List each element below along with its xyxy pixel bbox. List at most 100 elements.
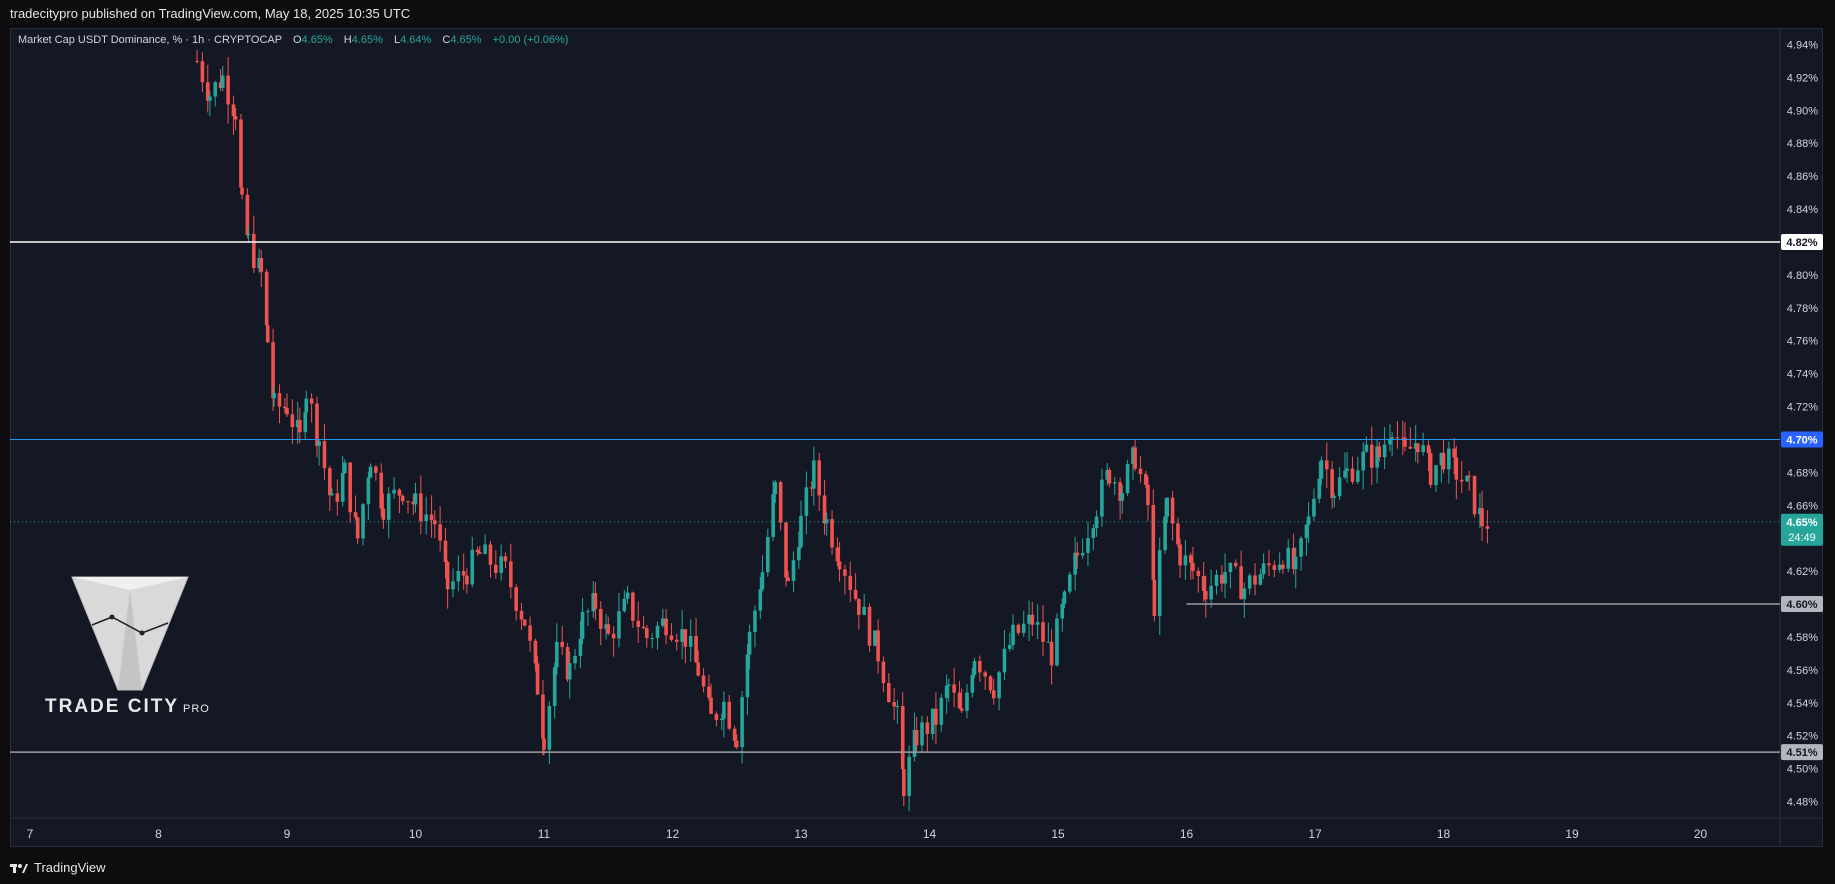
tradingview-brand[interactable]: TradingView bbox=[10, 851, 106, 884]
logo-suffix: PRO bbox=[183, 703, 210, 715]
candle-body bbox=[1428, 453, 1433, 486]
candle-body bbox=[694, 636, 698, 663]
candle-body bbox=[983, 672, 987, 677]
candle-body bbox=[1324, 460, 1329, 470]
candle-body bbox=[1258, 574, 1263, 585]
candle-body bbox=[1452, 448, 1457, 458]
candle-body bbox=[470, 549, 475, 585]
candle-body bbox=[1426, 445, 1431, 454]
y-tick-label: 4.84% bbox=[1787, 204, 1818, 216]
candle-body bbox=[1002, 648, 1007, 673]
open-value: 4.65% bbox=[301, 34, 333, 46]
y-tick-label: 4.94% bbox=[1787, 39, 1818, 51]
y-tick-label: 4.74% bbox=[1787, 369, 1818, 381]
candle-body bbox=[688, 636, 693, 647]
candle-body bbox=[1170, 497, 1175, 524]
x-tick-label: 18 bbox=[1437, 827, 1451, 841]
candle-body bbox=[443, 540, 448, 563]
candle-body bbox=[213, 82, 218, 97]
price-label-text: 4.82% bbox=[1786, 237, 1817, 249]
candle-body bbox=[1350, 468, 1355, 482]
candle-body bbox=[1120, 493, 1125, 501]
candle-body bbox=[701, 675, 706, 687]
candle-body bbox=[200, 61, 205, 83]
candle-body bbox=[1027, 614, 1031, 624]
candle-body bbox=[264, 271, 269, 326]
candle-body bbox=[1467, 475, 1471, 477]
candle-body bbox=[1080, 552, 1085, 556]
candle-body bbox=[707, 686, 711, 698]
candle-body bbox=[1395, 437, 1400, 439]
candle-body bbox=[598, 608, 603, 629]
candle-body bbox=[528, 625, 532, 641]
candle-body bbox=[1107, 470, 1112, 484]
candle-body bbox=[753, 610, 757, 632]
candle-body bbox=[424, 514, 429, 522]
candle-body bbox=[503, 556, 508, 562]
candle-body bbox=[946, 684, 951, 686]
candle-body bbox=[778, 482, 783, 523]
candle-body bbox=[817, 460, 822, 496]
candle-body bbox=[361, 504, 365, 539]
candle-body bbox=[343, 462, 347, 474]
candle-body bbox=[920, 722, 924, 746]
x-tick-label: 20 bbox=[1694, 827, 1708, 841]
candle-body bbox=[1021, 623, 1026, 633]
candle-body bbox=[930, 708, 935, 734]
open-label: O bbox=[292, 34, 302, 46]
low-value: 4.64% bbox=[400, 34, 432, 46]
candle-body bbox=[895, 705, 900, 707]
candle-body bbox=[902, 769, 906, 797]
candle-body bbox=[837, 561, 842, 570]
candle-body bbox=[552, 667, 557, 707]
candle-body bbox=[1091, 528, 1096, 539]
candle-body bbox=[317, 441, 321, 446]
candle-body bbox=[461, 571, 466, 576]
candlestick-chart[interactable]: 4.94% 4.92% 4.90% 4.88% 4.86% 4.84% 4.82% 4.80%… bbox=[0, 0, 1835, 884]
x-tick-label: 12 bbox=[666, 827, 680, 841]
x-tick-label: 11 bbox=[538, 827, 551, 841]
candle-body bbox=[322, 441, 327, 469]
candle-body bbox=[669, 635, 674, 640]
candle-body bbox=[1447, 448, 1451, 470]
candle-body bbox=[797, 547, 801, 561]
candle-body bbox=[578, 638, 583, 656]
candle-body bbox=[1317, 478, 1322, 499]
candle-body bbox=[272, 393, 276, 399]
candle-body bbox=[1165, 497, 1170, 517]
candle-body bbox=[560, 641, 565, 648]
candle-body bbox=[1332, 496, 1337, 498]
candle-body bbox=[1233, 562, 1238, 567]
y-tick-label: 4.90% bbox=[1787, 105, 1818, 117]
y-tick-label: 4.54% bbox=[1787, 698, 1818, 710]
logo-name: TRADE CITY bbox=[45, 696, 179, 717]
candle-body bbox=[784, 522, 788, 578]
change-value: +0.00 (+0.06%) bbox=[492, 34, 569, 46]
candle-body bbox=[1035, 622, 1040, 625]
candle-body bbox=[1223, 572, 1227, 584]
candle-body bbox=[1011, 624, 1015, 646]
close-value: 4.65% bbox=[450, 34, 482, 46]
candle-body bbox=[533, 640, 538, 664]
candle-body bbox=[1382, 444, 1387, 458]
y-tick-label: 4.88% bbox=[1787, 138, 1818, 150]
x-tick-label: 13 bbox=[794, 827, 808, 841]
candle-body bbox=[1041, 622, 1045, 642]
y-tick-label: 4.80% bbox=[1787, 270, 1818, 282]
candle-body bbox=[1196, 570, 1201, 577]
candle-body bbox=[1459, 479, 1464, 482]
candle-body bbox=[680, 629, 684, 642]
candle-body bbox=[1272, 565, 1277, 570]
candle-body bbox=[641, 626, 646, 629]
candle-body bbox=[1201, 576, 1206, 591]
candle-body bbox=[611, 633, 616, 639]
candle-body bbox=[848, 575, 853, 590]
symbol-label[interactable]: Market Cap USDT Dominance, % · 1h · CRYP… bbox=[18, 34, 282, 46]
candle-body bbox=[683, 629, 688, 647]
high-value: 4.65% bbox=[351, 34, 383, 46]
candle-body bbox=[1472, 475, 1477, 515]
candle-body bbox=[1176, 523, 1180, 545]
x-tick-label: 19 bbox=[1565, 827, 1579, 841]
candle-body bbox=[1094, 516, 1099, 529]
y-tick-label: 4.58% bbox=[1787, 632, 1818, 644]
